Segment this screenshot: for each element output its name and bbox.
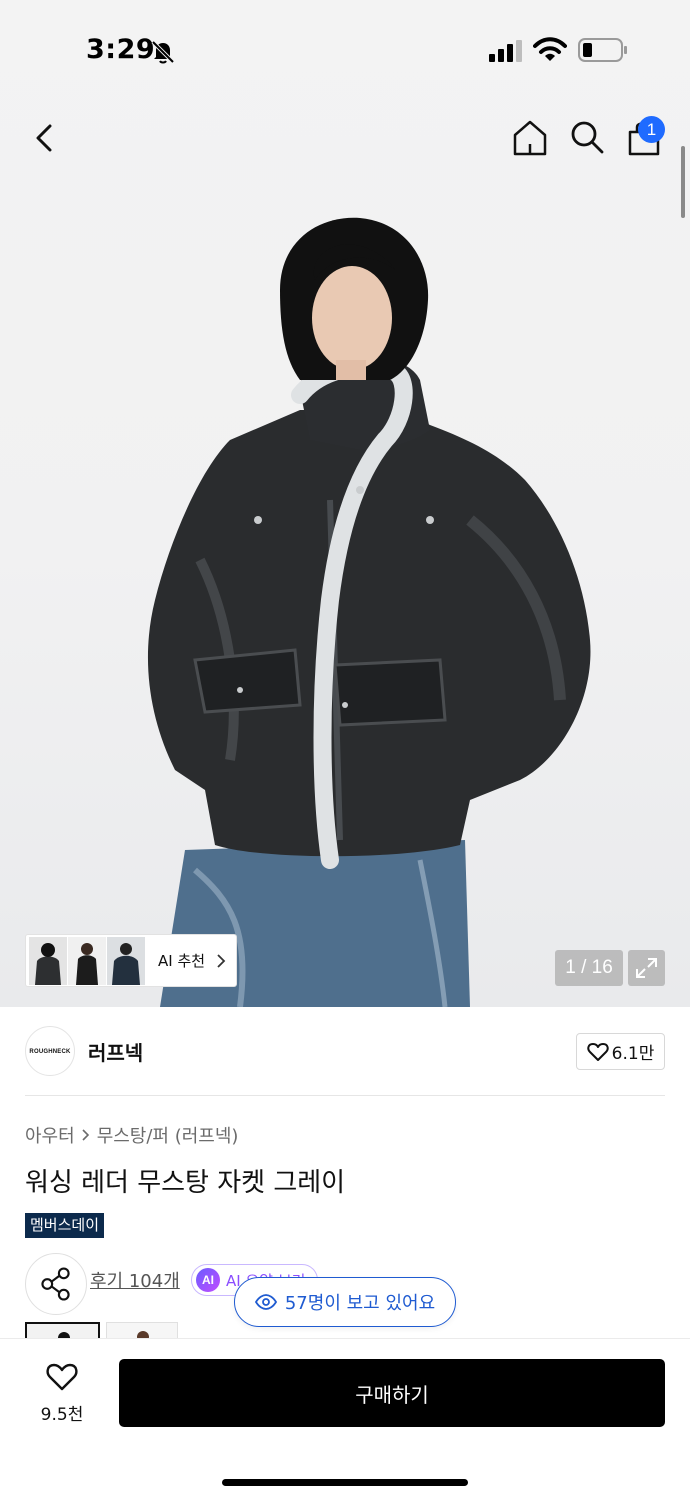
breadcrumb-subcategory[interactable]: 무스탕/퍼 (러프넥) [97, 1122, 239, 1148]
brand-row[interactable]: ROUGHNECK 러프넥 6.1만 [0, 1007, 690, 1097]
divider [25, 1095, 665, 1096]
home-indicator[interactable] [222, 1479, 468, 1486]
expand-icon[interactable] [628, 950, 665, 986]
cart-count-badge: 1 [638, 116, 665, 143]
reco-thumbnail [107, 936, 145, 985]
wifi-icon [533, 37, 567, 61]
scrollbar[interactable] [681, 146, 685, 218]
product-image-gallery[interactable]: 1 AI 추천 1 / 16 [0, 0, 690, 1007]
buy-button[interactable]: 구매하기 [119, 1359, 665, 1427]
viewers-label: 57명이 보고 있어요 [284, 1293, 436, 1314]
bell-off-icon [151, 40, 175, 64]
search-icon[interactable] [568, 118, 606, 156]
signal-icon [489, 40, 522, 62]
brand-name[interactable]: 러프넥 [88, 1037, 143, 1066]
breadcrumb-category[interactable]: 아우터 [25, 1122, 75, 1148]
battery-icon [578, 38, 627, 62]
brand-like-count: 6.1만 [611, 1044, 655, 1064]
back-icon[interactable] [26, 114, 66, 162]
eye-icon [254, 1294, 277, 1310]
ai-recommend-button[interactable]: AI 추천 [25, 934, 237, 987]
ai-summary-icon: AI [196, 1268, 220, 1292]
status-time: 3:29 [86, 34, 156, 65]
brand-logo[interactable]: ROUGHNECK [25, 1026, 75, 1076]
image-counter: 1 / 16 [555, 950, 623, 986]
status-bar: 3:29 [0, 0, 690, 100]
viewers-badge: 57명이 보고 있어요 [234, 1277, 456, 1327]
ai-recommend-label: AI 추천 [158, 952, 206, 970]
brand-like-button[interactable]: 6.1만 [576, 1033, 665, 1070]
chevron-right-icon [82, 1129, 89, 1141]
home-icon[interactable] [510, 118, 550, 158]
wish-count: 9.5천 [40, 1405, 84, 1425]
reco-thumbnail [29, 936, 67, 985]
breadcrumb: 아우터 무스탕/퍼 (러프넥) [25, 1122, 238, 1148]
product-title: 워싱 레더 무스탕 자켓 그레이 [25, 1168, 346, 1198]
heart-icon [46, 1363, 78, 1391]
wish-button[interactable]: 9.5천 [26, 1360, 98, 1425]
chevron-right-icon [217, 953, 226, 968]
member-day-badge: 멤버스데이 [25, 1213, 105, 1238]
reco-thumbnail [68, 936, 106, 985]
heart-icon [586, 1042, 609, 1061]
reviews-link[interactable]: 후기 104개 [90, 1267, 180, 1293]
share-icon[interactable] [25, 1253, 87, 1315]
